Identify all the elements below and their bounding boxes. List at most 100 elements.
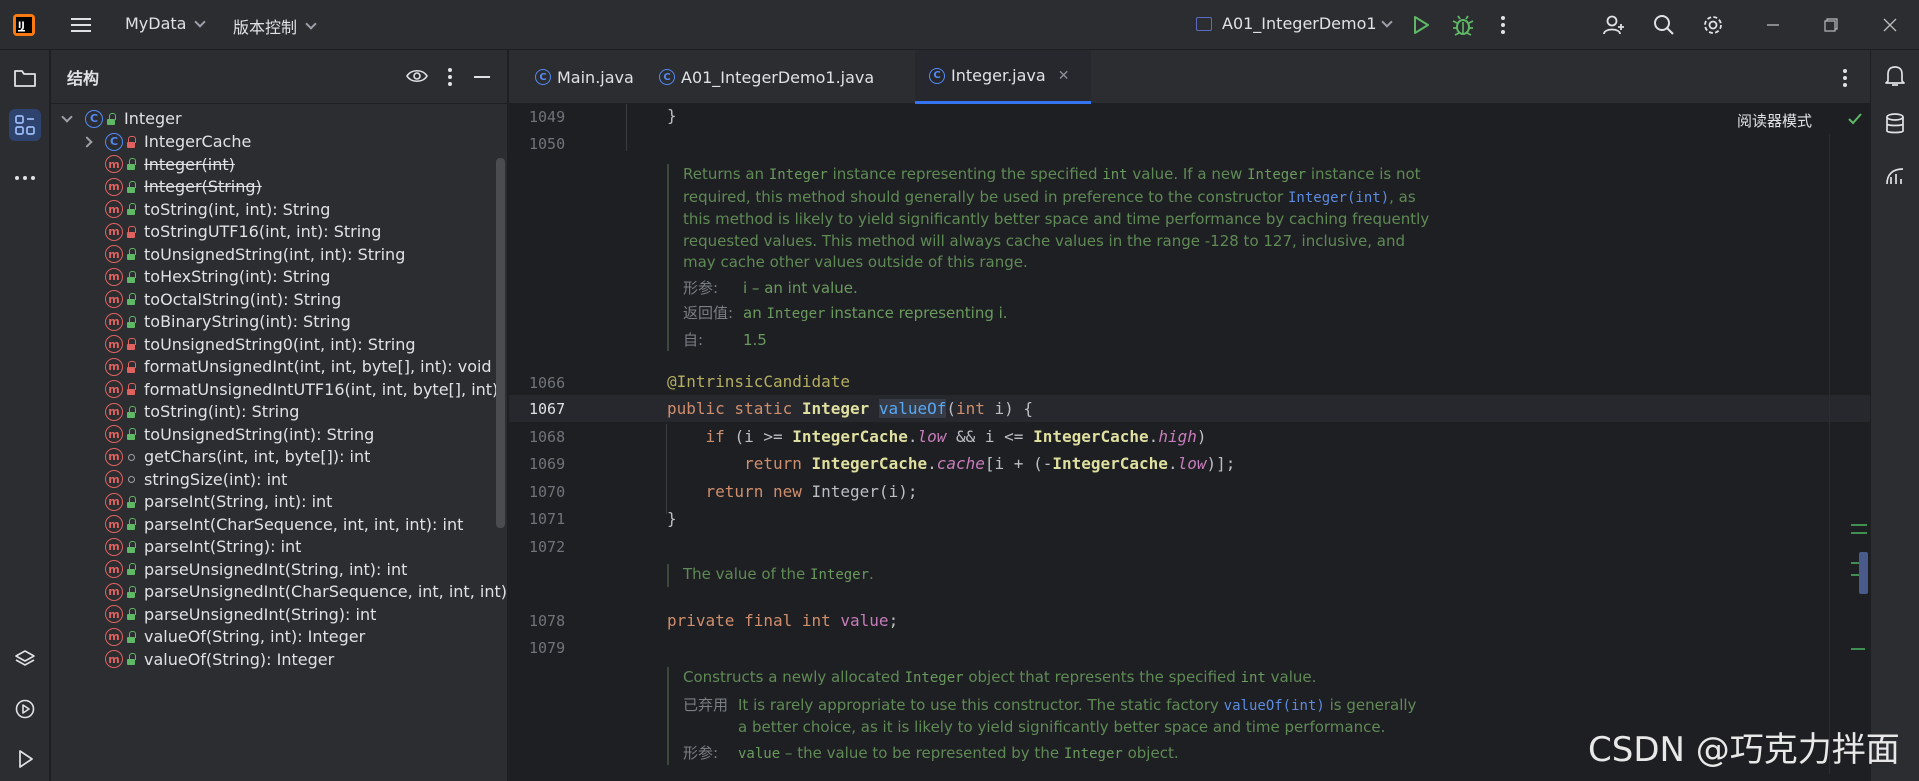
class-icon: C [659, 69, 675, 85]
panel-options-icon[interactable] [447, 67, 453, 91]
run-tool-icon[interactable] [9, 743, 41, 775]
doc-line: this method is likely to yield significa… [683, 210, 1430, 228]
method-icon: m [105, 470, 123, 488]
add-user-icon[interactable] [1602, 13, 1626, 41]
app-logo-icon[interactable]: IJ [12, 13, 36, 37]
method-icon: m [105, 155, 123, 173]
tab-options-icon[interactable] [1842, 68, 1848, 92]
restore-button[interactable] [1803, 0, 1859, 50]
public-visibility-icon [126, 248, 136, 260]
vcs-selector[interactable]: 版本控制 [233, 14, 317, 38]
minimize-button[interactable] [1745, 0, 1801, 50]
private-visibility-icon [126, 360, 136, 373]
public-visibility-icon [126, 158, 136, 170]
code-line-1068: if (i >= IntegerCache.low && i <= Intege… [705, 427, 1207, 446]
hide-panel-icon[interactable] [474, 76, 490, 78]
more-tools-icon[interactable] [9, 162, 41, 194]
main-menu-icon[interactable] [70, 15, 92, 35]
method-icon: m [105, 650, 123, 668]
inspection-ok-icon[interactable] [1847, 112, 1863, 130]
public-visibility-icon [126, 405, 136, 418]
tab-label: Main.java [557, 67, 634, 87]
method-icon: m [105, 537, 123, 556]
doc-link[interactable]: valueOf(int) [1224, 698, 1325, 714]
public-visibility-icon [126, 495, 136, 508]
doc-link[interactable]: Integer(int) [1288, 190, 1389, 206]
search-icon[interactable] [1652, 13, 1676, 41]
chevron-down-icon [1380, 15, 1393, 28]
database-icon[interactable] [1885, 112, 1905, 140]
public-visibility-icon [126, 518, 136, 530]
show-visibility-eye-icon[interactable] [406, 67, 428, 89]
tree-item-label: parseInt(CharSequence, int, int, int): i… [144, 514, 464, 534]
tree-item-label: Integer(String) [144, 177, 262, 196]
tree-item-label: stringSize(int): int [144, 469, 288, 489]
scroll-thumb[interactable] [1859, 552, 1868, 594]
structure-tool-icon[interactable] [9, 109, 41, 141]
method-icon: m [105, 222, 123, 241]
profiler-icon[interactable] [1884, 165, 1906, 191]
javadoc-constructor: Constructs a newly allocated Integer obj… [667, 667, 1467, 765]
chevron-down-icon[interactable] [61, 110, 73, 123]
tree-item-label: valueOf(String): Integer [144, 649, 335, 669]
public-visibility-icon [106, 112, 116, 125]
tree-item-label: parseUnsignedInt(String): int [144, 604, 377, 624]
class-icon: C [105, 132, 123, 151]
tree-item-label: toStringUTF16(int, int): String [144, 222, 382, 241]
structure-panel: 结构 C Integer C IntegerCache m Integer(int) m… [51, 50, 508, 781]
package-visibility-icon [126, 451, 136, 463]
doc-param: 形参: value – the value to be represented b… [683, 743, 1179, 762]
services-icon[interactable] [9, 693, 41, 725]
tab-main-java[interactable]: C Main.java [523, 50, 648, 104]
tab-integer-java[interactable]: C Integer.java ✕ [915, 50, 1091, 104]
run-config-selector[interactable]: A01_IntegerDemo1 [1196, 14, 1393, 33]
public-visibility-icon [126, 293, 136, 305]
method-icon: m [105, 425, 123, 443]
tree-item-label: toUnsignedString0(int, int): String [144, 334, 416, 354]
debug-icon[interactable] [1451, 13, 1475, 41]
tree-item[interactable]: m valueOf(String): Integer [51, 646, 334, 673]
public-visibility-icon [126, 428, 136, 440]
tree-item-label: Integer(int) [144, 154, 235, 174]
tab-a01-integerdemo1-java[interactable]: C A01_IntegerDemo1.java [647, 50, 888, 104]
method-icon: m [105, 312, 123, 331]
line-number: 1071 [529, 510, 566, 528]
run-config-icon [1196, 16, 1212, 31]
method-icon: m [105, 335, 123, 353]
public-visibility-icon [126, 180, 136, 193]
line-number: 1069 [529, 455, 566, 473]
tab-label: Integer.java [951, 66, 1046, 85]
chevron-right-icon[interactable] [81, 135, 93, 148]
layers-icon[interactable] [9, 643, 41, 675]
project-selector[interactable]: MyData [125, 14, 207, 33]
project-folder-icon[interactable] [9, 62, 41, 94]
run-icon[interactable] [1410, 14, 1432, 40]
reader-mode-button[interactable]: 阅读器模式 [1737, 110, 1812, 131]
method-icon: m [105, 402, 123, 421]
code-editor[interactable]: 1049 1050 1066 1067 1068 1069 1070 1071 … [509, 104, 1870, 781]
settings-gear-icon[interactable] [1701, 13, 1725, 41]
tree-item-label: toOctalString(int): String [144, 289, 342, 309]
notifications-bell-icon[interactable] [1884, 64, 1906, 92]
close-window-button[interactable] [1862, 0, 1918, 50]
close-tab-icon[interactable]: ✕ [1058, 68, 1070, 84]
chevron-down-icon [194, 15, 207, 28]
editor-scrollbar-track[interactable] [1829, 134, 1830, 774]
line-number: 1079 [529, 639, 566, 657]
line-number: 1070 [529, 483, 566, 501]
error-stripe-mark [1851, 524, 1867, 526]
tree-item-label: toHexString(int): String [144, 267, 331, 286]
code-line-1078: private final int value; [667, 611, 899, 630]
error-stripe-mark [1851, 648, 1865, 650]
public-visibility-icon [126, 563, 136, 575]
method-icon: m [105, 515, 123, 533]
structure-scrollbar[interactable] [496, 158, 505, 528]
tree-item-label: Integer [124, 109, 182, 128]
javadoc-value-field: The value of the Integer. [667, 564, 1067, 587]
more-actions-icon[interactable] [1500, 14, 1506, 36]
